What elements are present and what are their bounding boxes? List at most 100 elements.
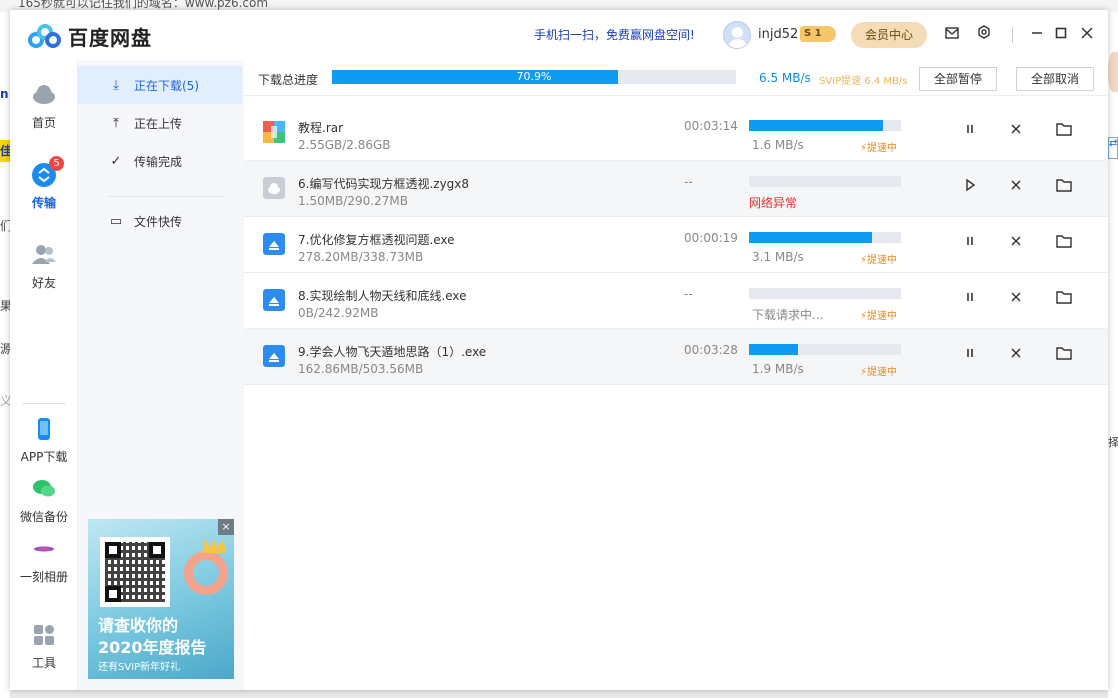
pause-button[interactable] bbox=[960, 122, 980, 142]
close-icon[interactable] bbox=[1076, 24, 1098, 46]
total-progress-bar: 70.9% bbox=[332, 70, 736, 84]
download-speed: 1.6 MB/s bbox=[752, 138, 804, 152]
download-row[interactable]: 教程.rar 2.55GB/2.86GB 00:03:14 1.6 MB/s ⚡… bbox=[244, 105, 1108, 161]
open-folder-button[interactable] bbox=[1054, 290, 1074, 310]
open-folder-button[interactable] bbox=[1054, 178, 1074, 198]
download-row[interactable]: 9.学会人物飞天遁地思路（1）.exe 162.86MB/503.56MB 00… bbox=[244, 329, 1108, 385]
qr-corner bbox=[105, 542, 121, 558]
bg-frag: 果 bbox=[0, 299, 10, 313]
file-name: 7.优化修复方框透视问题.exe bbox=[298, 233, 455, 247]
minimize-icon[interactable] bbox=[1026, 24, 1048, 46]
download-row[interactable]: 6.编写代码实现方框透视.zygx8 1.50MB/290.27MB -- 网络… bbox=[244, 161, 1108, 217]
titlebar-divider bbox=[1012, 27, 1013, 43]
mail-icon[interactable] bbox=[941, 24, 963, 46]
pause-all-button[interactable]: 全部暂停 bbox=[919, 67, 997, 91]
boost-status: ⚡提速中 bbox=[860, 139, 897, 154]
rail-item-friends[interactable]: 好友 bbox=[10, 242, 78, 291]
rail-item-app-download[interactable]: APP下载 bbox=[10, 416, 78, 465]
promo-close-button[interactable]: × bbox=[218, 519, 234, 535]
subnav-label: 正在上传 bbox=[134, 116, 183, 131]
file-name: 9.学会人物飞天遁地思路（1）.exe bbox=[298, 345, 487, 359]
time-remaining: 00:03:14 bbox=[684, 119, 738, 133]
subnav-quick-transfer[interactable]: ▭ 文件快传 bbox=[78, 202, 242, 240]
rail-label: APP下载 bbox=[20, 450, 68, 464]
rail-label: 微信备份 bbox=[19, 510, 68, 524]
rail-label: 首页 bbox=[31, 116, 56, 130]
cancel-all-button[interactable]: 全部取消 bbox=[1016, 67, 1094, 91]
app-logo: 百度网盘 bbox=[28, 22, 152, 51]
cancel-button[interactable] bbox=[1006, 290, 1026, 310]
promo-line2: 2020年度报告 bbox=[98, 638, 207, 657]
bg-frag: 们有 bbox=[0, 219, 10, 233]
pause-button[interactable] bbox=[960, 234, 980, 254]
file-size: 0B/242.92MB bbox=[298, 306, 379, 320]
download-speed: 1.9 MB/s bbox=[752, 362, 804, 376]
archive-icon bbox=[263, 121, 285, 143]
cancel-button[interactable] bbox=[1006, 346, 1026, 366]
rail-item-wechat-backup[interactable]: 微信备份 bbox=[10, 476, 78, 525]
lightning-icon: ⚡ bbox=[860, 255, 868, 266]
resume-button[interactable] bbox=[960, 178, 980, 198]
rail-item-tools[interactable]: 工具 bbox=[10, 622, 78, 671]
file-progress-bar bbox=[749, 232, 901, 243]
member-center-button[interactable]: 会员中心 bbox=[851, 22, 927, 48]
download-rows: 教程.rar 2.55GB/2.86GB 00:03:14 1.6 MB/s ⚡… bbox=[244, 105, 1108, 385]
logo-decoration-icon bbox=[184, 551, 228, 595]
bg-frag: ⇄ bbox=[1108, 137, 1118, 159]
cancel-button[interactable] bbox=[1006, 234, 1026, 254]
qr-corner bbox=[149, 542, 165, 558]
rail-item-transfer[interactable]: 5 传输 bbox=[10, 156, 78, 211]
upload-icon: ⤒ bbox=[113, 115, 119, 131]
exe-file-icon bbox=[263, 233, 285, 255]
wechat-icon bbox=[31, 476, 57, 502]
boost-status: ⚡提速中 bbox=[860, 307, 897, 322]
file-name: 6.编写代码实现方框透视.zygx8 bbox=[298, 177, 470, 191]
vip-level-badge[interactable]: S 1 bbox=[800, 26, 836, 42]
cancel-button[interactable] bbox=[1006, 178, 1026, 198]
download-icon: ⤓ bbox=[113, 77, 119, 93]
file-name: 8.实现绘制人物天线和底线.exe bbox=[298, 289, 467, 303]
download-row[interactable]: 7.优化修复方框透视问题.exe 278.20MB/338.73MB 00:00… bbox=[244, 217, 1108, 273]
phone-icon bbox=[31, 416, 57, 442]
open-folder-button[interactable] bbox=[1054, 346, 1074, 366]
rail-label: 传输 bbox=[31, 196, 56, 210]
download-row[interactable]: 8.实现绘制人物天线和底线.exe 0B/242.92MB -- 下载请求中..… bbox=[244, 273, 1108, 329]
open-folder-button[interactable] bbox=[1054, 122, 1074, 142]
bg-frag: 源 bbox=[0, 342, 10, 356]
avatar[interactable] bbox=[723, 21, 751, 49]
rail-item-home[interactable]: 首页 bbox=[10, 82, 78, 131]
open-folder-button[interactable] bbox=[1054, 234, 1074, 254]
unknown-file-icon bbox=[263, 177, 285, 199]
subnav-downloading[interactable]: ⤓ 正在下载(5) bbox=[78, 66, 242, 104]
transfer-icon: 5 bbox=[31, 156, 64, 188]
time-remaining: -- bbox=[684, 287, 693, 301]
bg-frag: 义 bbox=[0, 394, 10, 408]
file-size: 162.86MB/503.56MB bbox=[298, 362, 424, 376]
pause-button[interactable] bbox=[960, 346, 980, 366]
album-icon bbox=[31, 536, 57, 562]
total-progress-percent: 70.9% bbox=[516, 70, 552, 83]
bg-avatar bbox=[1108, 52, 1118, 92]
username[interactable]: injd52 bbox=[758, 27, 798, 42]
crown-icon bbox=[202, 539, 226, 553]
logo-icon bbox=[28, 23, 62, 50]
check-circle-icon: ✓ bbox=[110, 153, 122, 169]
boost-label: 提速中 bbox=[867, 143, 898, 154]
annual-report-promo[interactable]: 请查收你的 2020年度报告 还有SVIP新年好礼 × bbox=[88, 519, 234, 679]
left-rail: 首页 5 传输 好友 APP下载 微信备份 一刻相册 工具 bbox=[10, 60, 78, 690]
settings-icon[interactable] bbox=[973, 24, 995, 46]
subnav-uploading[interactable]: ⤒ 正在上传 bbox=[78, 104, 242, 142]
svip-boost-speed: SVIP提速 6.4 MB/s bbox=[819, 76, 908, 87]
rail-item-album[interactable]: 一刻相册 bbox=[10, 536, 78, 585]
subnav-completed[interactable]: ✓ 传输完成 bbox=[78, 142, 242, 180]
lightning-icon: ⚡ bbox=[860, 143, 868, 154]
maximize-icon[interactable] bbox=[1050, 24, 1072, 46]
boost-status: ⚡提速中 bbox=[860, 363, 897, 378]
total-speed: 6.5 MB/s bbox=[759, 71, 811, 85]
scan-promo-link[interactable]: 手机扫一扫，免费赢网盘空间! bbox=[534, 26, 695, 43]
app-name: 百度网盘 bbox=[68, 26, 152, 50]
cancel-button[interactable] bbox=[1006, 122, 1026, 142]
total-progress-row: 下载总进度 70.9% 6.5 MB/s SVIP提速 6.4 MB/s 全部暂… bbox=[244, 60, 1108, 96]
pause-button[interactable] bbox=[960, 290, 980, 310]
subnav-label: 正在下载(5) bbox=[134, 78, 199, 93]
